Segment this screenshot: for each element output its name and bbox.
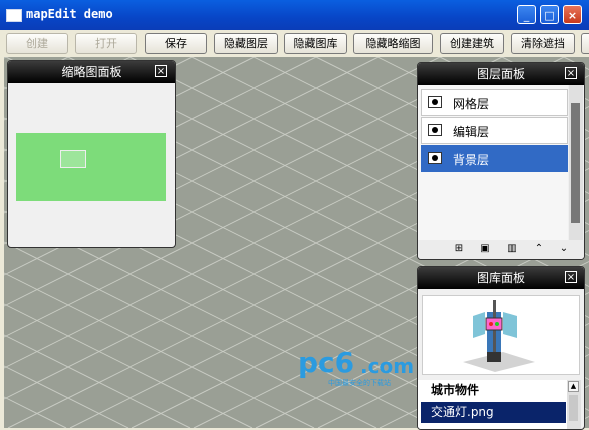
move-down-icon[interactable]: ⌄	[558, 244, 570, 254]
thumbnail-panel: 缩略图面板 ×	[7, 60, 176, 248]
watermark-tagline: 中国最安全的下载站	[328, 379, 391, 387]
copy-layer-icon[interactable]: ▣	[479, 244, 491, 254]
traffic-light-preview	[463, 300, 535, 372]
hide-thumbnail-button[interactable]: 隐藏略缩图	[353, 33, 433, 54]
clear-occlusion-button[interactable]: 清除遮挡	[511, 33, 575, 54]
hide-library-button[interactable]: 隐藏图库	[284, 33, 347, 54]
window-title: mapEdit demo	[26, 7, 113, 21]
maximize-button[interactable]: □	[540, 5, 559, 24]
layer-toolbar: ⊞ ▣ ▥ ⌃ ⌄	[418, 240, 584, 259]
library-preview	[422, 295, 580, 375]
library-category[interactable]: 城市物件	[421, 380, 566, 401]
eye-icon[interactable]	[428, 124, 442, 136]
toolbar-overflow-button[interactable]	[581, 33, 589, 54]
move-up-icon[interactable]: ⌃	[533, 244, 545, 254]
library-scroll-thumb[interactable]	[569, 395, 578, 421]
layer-scrollbar[interactable]	[569, 85, 583, 240]
layer-panel-title: 图层面板	[418, 63, 584, 85]
window-titlebar[interactable]: mapEdit demo _ □ ×	[0, 0, 589, 30]
layer-item-grid[interactable]: 网格层	[421, 89, 568, 116]
thumbnail-map[interactable]	[16, 133, 166, 201]
layer-item-background[interactable]: 背景层	[421, 145, 568, 172]
minimize-button[interactable]: _	[517, 5, 536, 24]
create-building-button[interactable]: 创建建筑	[440, 33, 504, 54]
layer-panel: 图层面板 × 网格层 编辑层 背景层 ⊞ ▣ ▥ ⌃ ⌄	[417, 62, 585, 260]
layer-list: 网格层 编辑层 背景层	[418, 85, 568, 240]
layer-label: 编辑层	[453, 125, 490, 139]
delete-layer-icon[interactable]: ▥	[506, 244, 518, 254]
app-icon	[6, 9, 22, 22]
library-list: 城市物件 交通灯.png	[418, 380, 567, 429]
layer-panel-close-icon[interactable]: ×	[565, 67, 577, 79]
library-panel-title: 图库面板	[418, 267, 584, 289]
toolbar: 创建 打开 保存 隐藏图层 隐藏图库 隐藏略缩图 创建建筑 清除遮挡	[0, 30, 589, 57]
eye-icon[interactable]	[428, 96, 442, 108]
watermark: pc6 .com 中国最安全的下载站	[298, 342, 420, 390]
eye-icon[interactable]	[428, 152, 442, 164]
library-panel-close-icon[interactable]: ×	[565, 271, 577, 283]
watermark-suffix: .com	[360, 354, 415, 378]
thumbnail-panel-title: 缩略图面板	[8, 61, 175, 83]
library-scrollbar[interactable]: ▲	[567, 380, 581, 429]
hide-layers-button[interactable]: 隐藏图层	[214, 33, 278, 54]
library-item-traffic-light[interactable]: 交通灯.png	[421, 402, 566, 423]
save-button[interactable]: 保存	[145, 33, 207, 54]
thumbnail-panel-close-icon[interactable]: ×	[155, 65, 167, 77]
layer-item-edit[interactable]: 编辑层	[421, 117, 568, 144]
new-layer-icon[interactable]: ⊞	[453, 244, 465, 254]
layer-scroll-thumb[interactable]	[571, 103, 580, 223]
scroll-up-icon[interactable]: ▲	[568, 381, 579, 392]
layer-label: 背景层	[453, 153, 490, 167]
layer-label: 网格层	[453, 97, 490, 111]
close-button[interactable]: ×	[563, 5, 582, 24]
watermark-brand: pc6	[298, 346, 355, 379]
open-button[interactable]: 打开	[75, 33, 137, 54]
library-panel: 图库面板 × 城市物件 交通灯.png ▲	[417, 266, 585, 430]
create-button[interactable]: 创建	[6, 33, 68, 54]
viewport-rect[interactable]	[60, 150, 86, 168]
